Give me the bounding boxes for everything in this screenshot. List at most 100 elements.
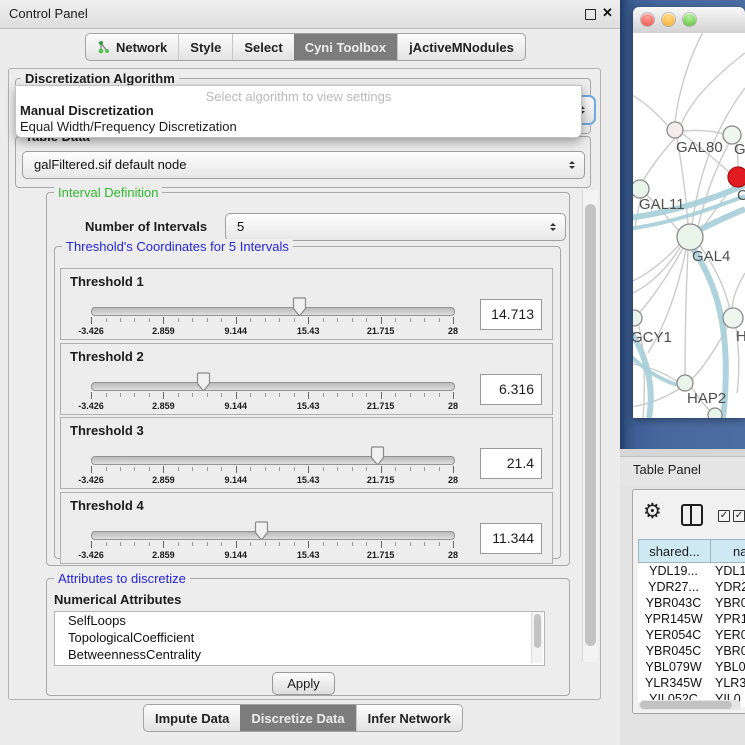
tick-label: 2.859 xyxy=(152,401,175,411)
table-row[interactable]: YBR043CYBR0 xyxy=(638,595,745,611)
column-header-1[interactable]: shared... xyxy=(638,539,711,563)
tab-jactivemnodules[interactable]: jActiveMNodules xyxy=(397,34,525,60)
tick-label: 28 xyxy=(448,475,458,485)
table-row[interactable]: YLR345WYLR3 xyxy=(638,675,745,691)
node-hap2[interactable] xyxy=(677,375,693,391)
threshold-label: Threshold 3 xyxy=(70,423,144,438)
table-hscrollbar-thumb[interactable] xyxy=(640,701,732,709)
gear-icon[interactable]: ⚙ xyxy=(643,501,662,522)
node-label-c: C xyxy=(737,187,745,204)
threshold-1-box: Threshold 1-3.4262.8599.14415.4321.71528… xyxy=(60,268,553,340)
edge xyxy=(633,246,681,295)
tab-discretize-data[interactable]: Discretize Data xyxy=(240,705,355,731)
threshold-2-value-field[interactable]: 6.316 xyxy=(480,374,542,405)
tab-cyni-toolbox[interactable]: Cyni Toolbox xyxy=(294,34,397,60)
numerical-attributes-list[interactable]: SelfLoopsTopologicalCoefficientBetweenne… xyxy=(54,611,545,666)
network-window-titlebar[interactable] xyxy=(633,7,745,34)
tab-network[interactable]: Network xyxy=(86,34,178,60)
threshold-3-slider-track[interactable] xyxy=(91,456,455,465)
minimize-traffic-light-icon[interactable] xyxy=(662,13,675,26)
attributes-list-scrollbar-thumb[interactable] xyxy=(534,614,541,648)
tick-label: -3.426 xyxy=(78,550,104,560)
cell-name: YPR1 xyxy=(709,611,745,627)
threshold-4-value-field[interactable]: 11.344 xyxy=(480,523,542,554)
cell-name: YDR2 xyxy=(709,579,745,595)
tab-impute-data[interactable]: Impute Data xyxy=(144,705,240,731)
tick-label: 15.43 xyxy=(297,401,320,411)
list-item-topologicalcoefficient[interactable]: TopologicalCoefficient xyxy=(55,629,544,646)
network-view-window: GAL80GACGAL11GAL4GCY1HHAP2 xyxy=(633,7,745,418)
node-unlabeled[interactable] xyxy=(728,167,745,187)
table-row[interactable]: YDL19...YDL1 xyxy=(638,563,745,579)
threshold-1-slider-handle[interactable] xyxy=(292,297,307,317)
split-columns-icon[interactable] xyxy=(681,504,703,526)
panel-scrollbar[interactable] xyxy=(582,190,598,662)
apply-button[interactable]: Apply xyxy=(272,672,335,695)
tick-label: 21.715 xyxy=(367,550,395,560)
threshold-1-slider-track[interactable] xyxy=(91,307,455,316)
tick-label: 21.715 xyxy=(367,401,395,411)
node-label-gal4: GAL4 xyxy=(692,248,730,265)
tick-label: -3.426 xyxy=(78,401,104,411)
threshold-2-slider-handle[interactable] xyxy=(196,372,211,392)
close-icon[interactable]: ✕ xyxy=(602,5,613,21)
edge xyxy=(681,53,745,125)
node-unlabeled[interactable] xyxy=(708,408,722,418)
node-gal80[interactable] xyxy=(667,122,683,138)
cell-name: YBR0 xyxy=(709,643,745,659)
threshold-3-value-field[interactable]: 21.4 xyxy=(480,448,542,479)
table-row[interactable]: YBR045CYBR0 xyxy=(638,643,745,659)
table-row[interactable]: YDR27...YDR2 xyxy=(638,579,745,595)
table-row[interactable]: YPR145WYPR1 xyxy=(638,611,745,627)
edge xyxy=(633,93,667,125)
node-h[interactable] xyxy=(723,308,743,328)
column-header-2[interactable]: na xyxy=(711,539,745,563)
network-canvas[interactable]: GAL80GACGAL11GAL4GCY1HHAP2 xyxy=(633,33,745,418)
table-data-combo[interactable]: galFiltered.sif default node xyxy=(22,151,585,179)
table-panel: ⚙ ✓ ✓ shared...naYDL19...YDL1YDR27...YDR… xyxy=(632,489,745,714)
threshold-2-slider-track[interactable] xyxy=(91,382,455,391)
node-label-ga: GA xyxy=(734,141,745,158)
number-of-intervals-combo[interactable]: 5 xyxy=(225,213,566,241)
threshold-4-slider-track[interactable] xyxy=(91,531,455,540)
threshold-1-value-field[interactable]: 14.713 xyxy=(480,299,542,330)
node-label-gal11: GAL11 xyxy=(639,196,685,213)
list-item-selfloops[interactable]: SelfLoops xyxy=(55,612,544,629)
panel-scrollbar-thumb[interactable] xyxy=(585,204,596,646)
discretization-algorithm-title: Discretization Algorithm xyxy=(21,71,179,86)
tick-label: -3.426 xyxy=(78,326,104,336)
edge xyxy=(640,248,683,312)
table-row[interactable]: YER054CYER0 xyxy=(638,627,745,643)
attributes-group-title: Attributes to discretize xyxy=(54,571,190,586)
top-tab-bar: NetworkStyleSelectCyni ToolboxjActiveMNo… xyxy=(85,33,526,61)
float-window-icon[interactable] xyxy=(585,9,596,20)
node-label-hap2: HAP2 xyxy=(687,390,726,407)
table-horizontal-scrollbar[interactable] xyxy=(638,700,741,710)
table-row[interactable]: YBL079WYBL0 xyxy=(638,659,745,675)
threshold-3-slider-handle[interactable] xyxy=(370,446,385,466)
algorithm-option-manual-discretization[interactable]: Manual Discretization xyxy=(20,103,154,118)
table-header-row: shared...na xyxy=(638,539,745,563)
tick-label: 28 xyxy=(448,326,458,336)
checkbox-icon[interactable]: ✓ xyxy=(718,510,730,522)
tick-label: 2.859 xyxy=(152,550,175,560)
attributes-list-scrollbar[interactable] xyxy=(531,612,543,663)
zoom-traffic-light-icon[interactable] xyxy=(683,13,696,26)
tab-style[interactable]: Style xyxy=(178,34,232,60)
algorithm-option-equal-width-frequency-discretization[interactable]: Equal Width/Frequency Discretization xyxy=(20,119,237,134)
tick-label: 9.144 xyxy=(225,550,248,560)
tick-label: 2.859 xyxy=(152,326,175,336)
tab-select[interactable]: Select xyxy=(232,34,293,60)
checkbox-icon[interactable]: ✓ xyxy=(733,510,745,522)
node-gcy1[interactable] xyxy=(633,310,642,326)
edge xyxy=(633,353,677,385)
close-traffic-light-icon[interactable] xyxy=(641,13,654,26)
tab-label: Discretize Data xyxy=(251,711,344,726)
cell-shared-name: YDL19... xyxy=(638,563,709,579)
node-gal4[interactable] xyxy=(677,224,703,250)
cell-name: YBR0 xyxy=(709,595,745,611)
list-item-betweennesscentrality[interactable]: BetweennessCentrality xyxy=(55,646,544,663)
thresholds-group-title: Threshold's Coordinates for 5 Intervals xyxy=(62,239,293,254)
threshold-4-slider-handle[interactable] xyxy=(254,521,269,541)
tab-infer-network[interactable]: Infer Network xyxy=(356,705,462,731)
